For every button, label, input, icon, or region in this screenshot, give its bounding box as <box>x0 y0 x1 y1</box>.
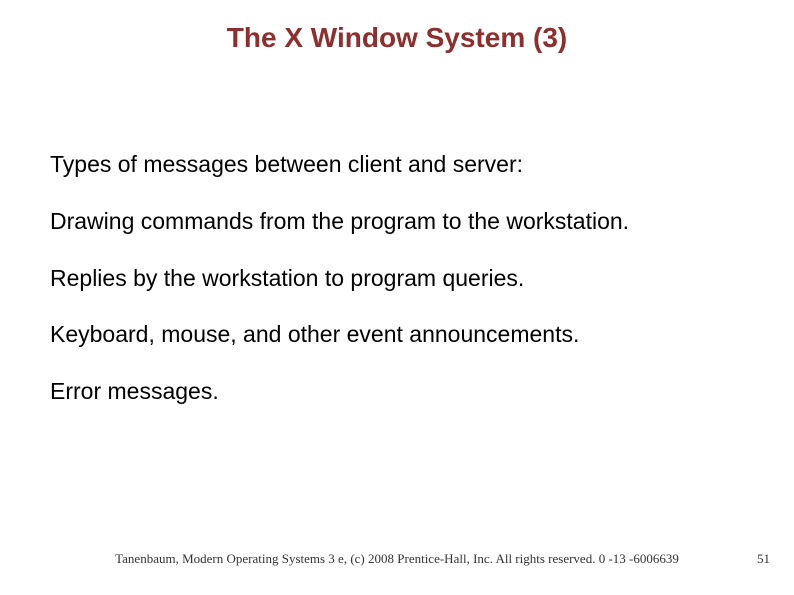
body-item: Replies by the workstation to program qu… <box>50 264 744 293</box>
body-item: Drawing commands from the program to the… <box>50 207 744 236</box>
body-intro: Types of messages between client and ser… <box>50 150 744 179</box>
body-item: Keyboard, mouse, and other event announc… <box>50 320 744 349</box>
slide-footer: Tanenbaum, Modern Operating Systems 3 e,… <box>0 551 794 567</box>
page-number: 51 <box>757 551 770 567</box>
slide-body: Types of messages between client and ser… <box>50 150 744 434</box>
slide-title: The X Window System (3) <box>0 22 794 54</box>
slide: The X Window System (3) Types of message… <box>0 0 794 595</box>
body-item: Error messages. <box>50 377 744 406</box>
